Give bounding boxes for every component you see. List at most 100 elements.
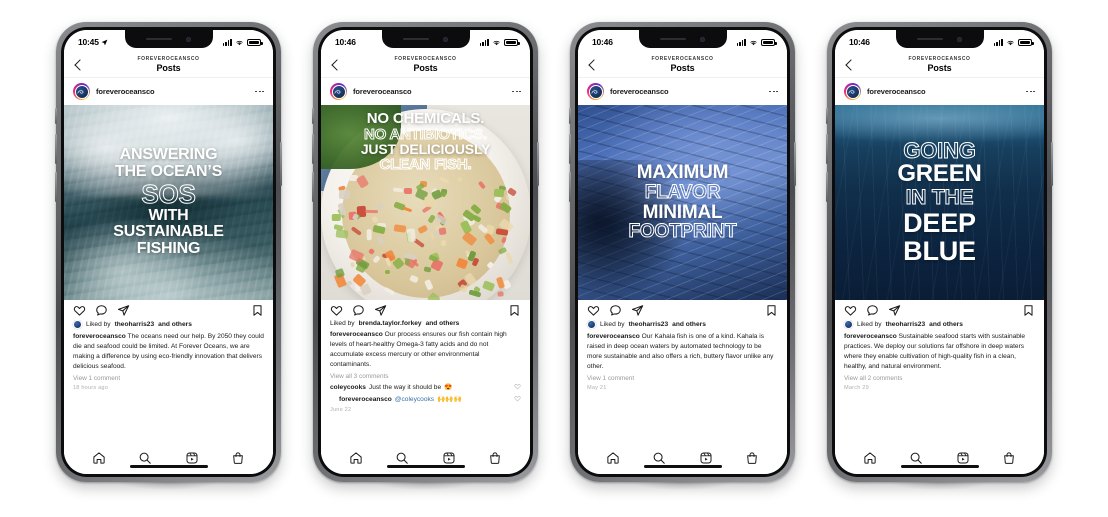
home-indicator[interactable] — [900, 465, 979, 468]
liked-by-username[interactable]: brenda.taylor.forkey — [359, 320, 422, 327]
caption-username[interactable]: foreveroceansco — [844, 333, 897, 340]
share-paperplane-icon[interactable] — [374, 304, 387, 317]
post-author-username[interactable]: foreveroceansco — [867, 87, 926, 96]
home-indicator[interactable] — [643, 465, 722, 468]
status-indicators — [736, 38, 777, 46]
navbar-eyebrow: FOREVEROCEANSCO — [394, 56, 457, 62]
tab-shop[interactable] — [231, 451, 245, 465]
post-author-username[interactable]: foreveroceansco — [610, 87, 669, 96]
liked-by-username[interactable]: theoharris23 — [629, 321, 669, 328]
liked-by-row[interactable]: Liked by theoharris23 and others — [73, 320, 264, 329]
tab-home[interactable] — [606, 451, 620, 465]
more-options-icon[interactable] — [1026, 90, 1035, 93]
app-navbar: FOREVEROCEANSCO Posts — [835, 52, 1044, 78]
comment-row[interactable]: foreveroceansco @coleycooks 🙌🙌🙌 — [330, 395, 521, 404]
chevron-left-icon[interactable] — [587, 59, 599, 71]
liked-by-suffix[interactable]: and others — [158, 321, 192, 328]
earpiece-speaker — [146, 37, 172, 41]
liked-by-suffix[interactable]: and others — [672, 321, 706, 328]
heart-icon[interactable] — [844, 304, 857, 317]
bookmark-icon[interactable] — [765, 304, 778, 317]
comment-bubble-icon[interactable] — [352, 304, 365, 317]
post-caption-block: Liked by theoharris23 and others foreveroce… — [835, 320, 1044, 444]
heart-icon[interactable] — [330, 304, 343, 317]
bookmark-icon[interactable] — [1022, 304, 1035, 317]
avatar[interactable] — [330, 83, 347, 100]
comment-bubble-icon[interactable] — [95, 304, 108, 317]
view-comments-link[interactable]: View all 3 comments — [330, 373, 521, 380]
wifi-icon — [749, 39, 758, 46]
tab-shop[interactable] — [1002, 451, 1016, 465]
avatar[interactable] — [587, 83, 604, 100]
tab-shop[interactable] — [488, 451, 502, 465]
avatar[interactable] — [844, 83, 861, 100]
post-image-overlay-text: GOING GREEN IN THE DEEP BLUE — [835, 105, 1044, 300]
avatar[interactable] — [73, 83, 90, 100]
comment-like-icon[interactable] — [514, 383, 521, 392]
caption-username[interactable]: foreveroceansco — [73, 333, 126, 340]
tab-reels[interactable] — [185, 451, 199, 465]
bookmark-icon[interactable] — [251, 304, 264, 317]
share-paperplane-icon[interactable] — [631, 304, 644, 317]
view-comments-link[interactable]: View 1 comment — [587, 375, 778, 382]
liked-by-row[interactable]: Liked by brenda.taylor.forkey and others — [330, 320, 521, 327]
tab-home[interactable] — [92, 451, 106, 465]
home-indicator[interactable] — [129, 465, 208, 468]
tab-search[interactable] — [138, 451, 152, 465]
liked-by-prefix: Liked by — [600, 321, 625, 328]
liked-by-username[interactable]: theoharris23 — [886, 321, 926, 328]
comment-bubble-icon[interactable] — [609, 304, 622, 317]
post-media[interactable]: MAXIMUM FLAVOR MINIMAL FOOTPRINT — [578, 105, 787, 300]
liked-by-username[interactable]: theoharris23 — [115, 321, 155, 328]
post-actions — [321, 300, 530, 320]
caption-username[interactable]: foreveroceansco — [330, 331, 383, 338]
bookmark-icon[interactable] — [508, 304, 521, 317]
comment-row[interactable]: coleycooks Just the way it should be 😍 — [330, 383, 521, 392]
liked-by-row[interactable]: Liked by theoharris23 and others — [844, 320, 1035, 329]
heart-icon[interactable] — [73, 304, 86, 317]
comment-username[interactable]: coleycooks — [330, 384, 366, 391]
overlay-line: GREEN — [897, 160, 982, 188]
share-paperplane-icon[interactable] — [888, 304, 901, 317]
tab-reels[interactable] — [956, 451, 970, 465]
liked-by-suffix[interactable]: and others — [929, 321, 963, 328]
share-paperplane-icon[interactable] — [117, 304, 130, 317]
chevron-left-icon[interactable] — [844, 59, 856, 71]
battery-icon — [504, 38, 520, 46]
post-media[interactable]: NO CHEMICALS. NO ANTIBIOTICS. JUST DELICIO… — [321, 105, 530, 300]
tab-search[interactable] — [395, 451, 409, 465]
tab-reels[interactable] — [442, 451, 456, 465]
view-comments-link[interactable]: View all 2 comments — [844, 375, 1035, 382]
more-options-icon[interactable] — [255, 90, 264, 93]
liked-by-row[interactable]: Liked by theoharris23 and others — [587, 320, 778, 329]
post-media[interactable]: ANSWERING THE OCEAN’S SOS WITH SUSTAINABLE FI… — [64, 105, 273, 300]
more-options-icon[interactable] — [769, 90, 778, 93]
post-caption-block: Liked by brenda.taylor.forkey and others fo… — [321, 320, 530, 444]
view-comments-link[interactable]: View 1 comment — [73, 375, 264, 382]
tab-shop[interactable] — [745, 451, 759, 465]
cellular-signal-icon — [479, 38, 489, 46]
comment-mention[interactable]: @coleycooks — [395, 396, 434, 403]
chevron-left-icon[interactable] — [330, 59, 342, 71]
post-header: foreveroceansco — [64, 78, 273, 105]
post-author-username[interactable]: foreveroceansco — [96, 87, 155, 96]
liked-by-suffix[interactable]: and others — [426, 320, 460, 327]
home-indicator[interactable] — [386, 465, 465, 468]
comment-bubble-icon[interactable] — [866, 304, 879, 317]
post-caption-block: Liked by theoharris23 and others foreveroce… — [64, 320, 273, 444]
tab-home[interactable] — [349, 451, 363, 465]
chevron-left-icon[interactable] — [73, 59, 85, 71]
post-author-username[interactable]: foreveroceansco — [353, 87, 412, 96]
overlay-line: DEEP — [903, 208, 976, 239]
tab-search[interactable] — [909, 451, 923, 465]
tab-search[interactable] — [652, 451, 666, 465]
phone-notch — [895, 30, 984, 48]
post-media[interactable]: GOING GREEN IN THE DEEP BLUE — [835, 105, 1044, 300]
comment-like-icon[interactable] — [514, 395, 521, 404]
more-options-icon[interactable] — [512, 90, 521, 93]
comment-username[interactable]: foreveroceansco — [339, 396, 392, 403]
tab-home[interactable] — [863, 451, 877, 465]
caption-username[interactable]: foreveroceansco — [587, 333, 640, 340]
heart-icon[interactable] — [587, 304, 600, 317]
tab-reels[interactable] — [699, 451, 713, 465]
